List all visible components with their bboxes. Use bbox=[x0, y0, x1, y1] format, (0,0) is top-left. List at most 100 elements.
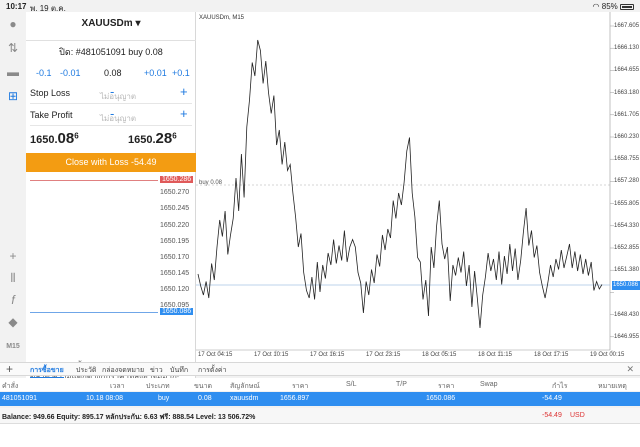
volume-minus-001-button[interactable]: -0.01 bbox=[60, 68, 81, 78]
timeframe-icon[interactable]: M15 bbox=[5, 338, 21, 354]
bid-price: 1650.086 bbox=[30, 130, 79, 147]
row-cur-price: 1650.086 bbox=[426, 395, 456, 402]
y-tick-label: 1658.755 bbox=[614, 156, 640, 163]
x-tick-label: 18 Oct 17:15 bbox=[534, 352, 569, 358]
chart-type-icon[interactable]: ⫴ bbox=[5, 270, 21, 286]
y-tick-label: 1663.180 bbox=[614, 89, 640, 96]
y-tick-label: 1657.280 bbox=[614, 178, 640, 185]
col-symbol: สัญลักษณ์ bbox=[230, 383, 260, 390]
volume-value[interactable]: 0.08 bbox=[104, 68, 122, 78]
ladder-price: 1650.170 bbox=[160, 254, 190, 261]
ask-tag: 1650.286 bbox=[160, 176, 194, 183]
left-toolbar: ● ⇅ ▬ ⊞ + ⫴ f ◆ M15 bbox=[0, 12, 26, 384]
y-tick-label: 1654.330 bbox=[614, 222, 640, 229]
chart-label: XAUUSDm, M15 bbox=[199, 15, 245, 21]
x-tick-label: 17 Oct 04:15 bbox=[198, 352, 233, 358]
x-tick-label: 18 Oct 11:15 bbox=[478, 352, 512, 358]
price-chart[interactable]: XAUUSDm, M15 buy 0.08 1667.605 1666.130 16… bbox=[196, 12, 640, 362]
volume-plus-001-button[interactable]: +0.01 bbox=[144, 68, 167, 78]
new-order-icon[interactable]: ⊞ bbox=[5, 88, 21, 104]
bottom-blank bbox=[0, 424, 640, 447]
take-profit-plus-button[interactable]: + bbox=[180, 106, 188, 121]
price-ladder: 1650.286 1650.270 1650.245 1650.220 1650… bbox=[26, 176, 196, 316]
stop-loss-plus-button[interactable]: + bbox=[180, 84, 188, 99]
close-icon[interactable]: ✕ bbox=[626, 364, 634, 375]
y-tick-label: 1660.230 bbox=[614, 134, 640, 140]
divider bbox=[30, 125, 192, 126]
chart-svg bbox=[196, 12, 614, 353]
col-comment: หมายเหตุ bbox=[598, 383, 627, 390]
battery-percent: 85% bbox=[601, 2, 618, 11]
chat-icon[interactable]: ▬ bbox=[5, 64, 21, 80]
order-panel: XAUUSDm ▾ ปิด: #481051091 buy 0.08 -0.1 … bbox=[26, 12, 196, 384]
tab-news[interactable]: ข่าว bbox=[150, 365, 163, 376]
tab-journal[interactable]: บันทึก bbox=[170, 365, 188, 376]
take-profit-label: Take Profit bbox=[30, 110, 73, 120]
row-symbol: xauusdm bbox=[230, 395, 259, 402]
tab-mailbox[interactable]: กล่องจดหมาย bbox=[102, 365, 144, 376]
row-type: buy bbox=[158, 395, 170, 402]
ladder-price: 1650.195 bbox=[160, 238, 190, 245]
volume-plus-01-button[interactable]: +0.1 bbox=[172, 68, 190, 78]
row-time: 10.18 08:08 bbox=[86, 395, 123, 402]
ask-price: 1650.286 bbox=[128, 130, 177, 147]
stop-loss-field[interactable]: ไม่อนุญาต bbox=[100, 90, 136, 103]
y-tick-label: 1646.955 bbox=[614, 333, 640, 340]
col-sl: S/L bbox=[346, 381, 357, 388]
ask-line bbox=[30, 180, 158, 181]
symbol-selector[interactable]: XAUUSDm ▾ bbox=[26, 18, 196, 29]
bid-tag: 1650.086 bbox=[160, 308, 194, 315]
table-header: คำสั่ง เวลา ประเภท ขนาด สัญลักษณ์ ราคา S… bbox=[0, 378, 640, 391]
col-price: ราคา bbox=[292, 383, 309, 390]
x-tick-label: 18 Oct 05:15 bbox=[422, 352, 457, 358]
add-icon[interactable]: + bbox=[6, 363, 13, 375]
current-price-tag: 1650.086 bbox=[612, 281, 640, 290]
y-tick-label: 1651.380 bbox=[614, 267, 640, 274]
x-tick-label: 17 Oct 16:15 bbox=[310, 352, 345, 358]
close-position-button[interactable]: Close with Loss -54.49 bbox=[26, 153, 196, 172]
x-tick-label: 19 Oct 00:15 bbox=[590, 352, 625, 358]
stop-loss-label: Stop Loss bbox=[30, 88, 71, 98]
tab-settings[interactable]: การตั้งค่า bbox=[198, 365, 227, 376]
y-tick-label: 1648.430 bbox=[614, 311, 640, 318]
row-order: 481051091 bbox=[2, 395, 38, 402]
row-profit: -54.49 bbox=[542, 395, 562, 402]
balance-summary: Balance: 949.66 Equity: 895.17 หลักประกั… bbox=[2, 414, 256, 421]
ladder-price: 1650.145 bbox=[160, 270, 190, 277]
col-time: เวลา bbox=[110, 383, 125, 390]
y-tick-label: 1666.130 bbox=[614, 45, 640, 52]
y-tick-label: 1667.605 bbox=[614, 23, 640, 29]
col-order: คำสั่ง bbox=[2, 383, 19, 390]
tab-history[interactable]: ประวัติ bbox=[76, 365, 96, 376]
currency: USD bbox=[570, 412, 585, 419]
col-size: ขนาด bbox=[194, 383, 213, 390]
col-type: ประเภท bbox=[146, 383, 170, 390]
row-price: 1656.897 bbox=[280, 395, 310, 402]
volume-minus-01-button[interactable]: -0.1 bbox=[36, 68, 52, 78]
take-profit-field[interactable]: ไม่อนุญาต bbox=[100, 112, 136, 125]
tab-trade[interactable]: การซื้อขาย bbox=[30, 365, 64, 379]
row-size: 0.08 bbox=[198, 395, 212, 402]
x-tick-label: 17 Oct 10:15 bbox=[254, 352, 289, 358]
terminal-tabs: + การซื้อขาย ประวัติ กล่องจดหมาย ข่าว บั… bbox=[0, 362, 640, 379]
ladder-price: 1650.245 bbox=[160, 205, 190, 212]
col-swap: Swap bbox=[480, 381, 498, 388]
caret-down-icon: ▾ bbox=[135, 18, 141, 29]
col-cur-price: ราคา bbox=[438, 383, 455, 390]
ladder-price: 1650.220 bbox=[160, 222, 190, 229]
account-icon[interactable]: ● bbox=[5, 16, 21, 32]
wifi-icon: ◠ bbox=[592, 2, 600, 11]
order-info: ปิด: #481051091 buy 0.08 bbox=[59, 47, 163, 57]
objects-icon[interactable]: ◆ bbox=[5, 314, 21, 330]
bid-line bbox=[30, 312, 158, 313]
x-tick-label: 17 Oct 23:15 bbox=[366, 352, 401, 358]
indicators-icon[interactable]: f bbox=[5, 292, 21, 308]
ladder-price: 1650.120 bbox=[160, 286, 190, 293]
status-right: ◠ 85% bbox=[593, 2, 634, 11]
crosshair-icon[interactable]: + bbox=[5, 248, 21, 264]
trade-arrows-icon[interactable]: ⇅ bbox=[5, 40, 21, 56]
status-time: 10:17 bbox=[6, 2, 27, 11]
y-tick-label: 1655.805 bbox=[614, 200, 640, 207]
table-row[interactable]: 481051091 10.18 08:08 buy 0.08 xauusdm 1… bbox=[0, 392, 640, 406]
buy-line-label: buy 0.08 bbox=[199, 180, 223, 186]
